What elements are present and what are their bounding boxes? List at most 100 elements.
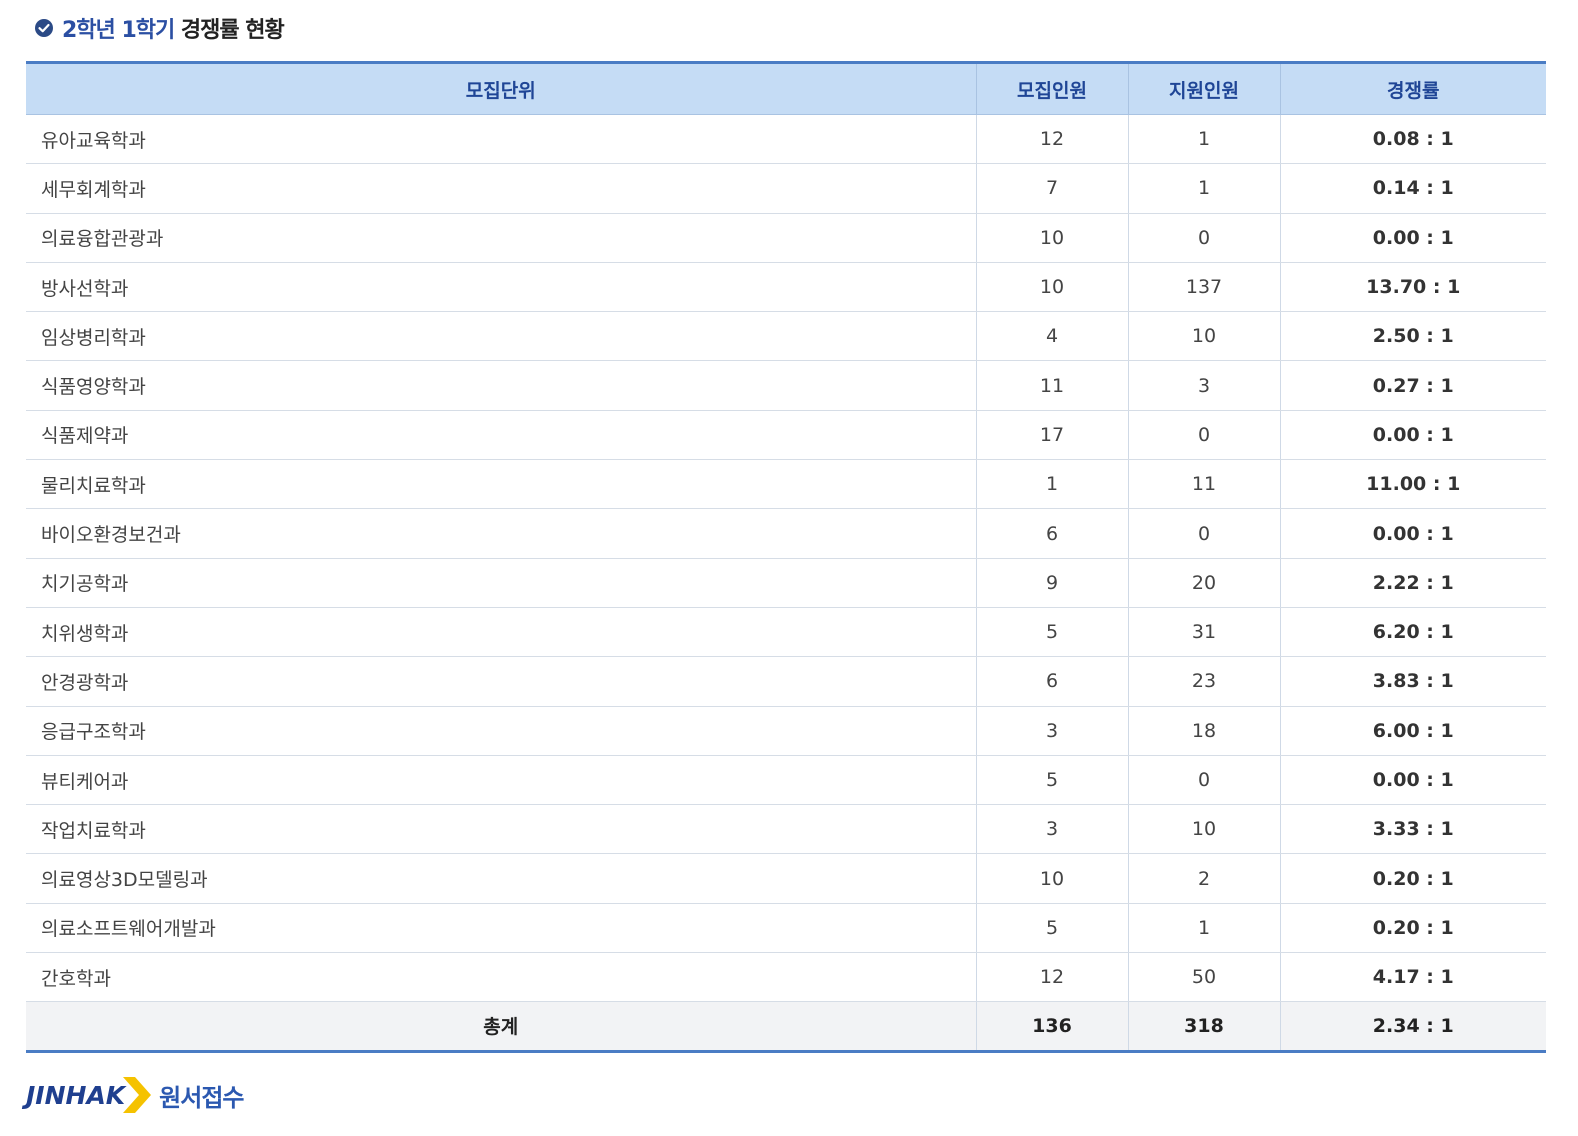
column-header-unit: 모집단위: [26, 62, 976, 115]
cell-ratio: 0.00 : 1: [1279, 213, 1546, 263]
cell-quota: 10: [975, 213, 1128, 263]
cell-quota: 10: [975, 853, 1128, 904]
cell-applicants: 23: [1127, 656, 1280, 707]
cell-quota: 5: [975, 755, 1128, 806]
cell-unit: 의료소프트웨어개발과: [26, 903, 976, 954]
logo-service-text: 원서접수: [159, 1083, 244, 1112]
cell-ratio: 13.70 : 1: [1279, 262, 1546, 313]
total-label: 총계: [26, 1001, 976, 1052]
table-row: 의료소프트웨어개발과 5 1 0.20 : 1: [26, 903, 1546, 954]
cell-unit: 방사선학과: [26, 262, 976, 313]
cell-ratio: 2.50 : 1: [1279, 311, 1546, 362]
table-row: 뷰티케어과 5 0 0.00 : 1: [26, 755, 1546, 806]
cell-ratio: 3.33 : 1: [1279, 804, 1546, 855]
cell-applicants: 20: [1127, 558, 1280, 608]
table-row: 의료융합관광과 10 0 0.00 : 1: [26, 213, 1546, 263]
cell-applicants: 2: [1127, 853, 1280, 904]
page-title-text: 2학년 1학기 경쟁률 현황: [62, 12, 285, 44]
cell-quota: 17: [975, 410, 1128, 461]
cell-quota: 136: [975, 1001, 1128, 1052]
column-header-ratio: 경쟁률: [1279, 62, 1546, 115]
table-total-row: 총계 136 318 2.34 : 1: [26, 1001, 1546, 1052]
table-row: 바이오환경보건과 6 0 0.00 : 1: [26, 508, 1546, 559]
table-row: 의료영상3D모델링과 10 2 0.20 : 1: [26, 853, 1546, 904]
cell-unit: 뷰티케어과: [26, 755, 976, 806]
chevron-right-icon: [123, 1077, 152, 1113]
competition-table-container: 모집단위 모집인원 지원인원 경쟁률 유아교육학과 12 1 0.08 : 1 세무회계…: [26, 61, 1546, 1053]
cell-unit: 임상병리학과: [26, 311, 976, 362]
cell-unit: 세무회계학과: [26, 163, 976, 214]
table-row: 치기공학과 9 20 2.22 : 1: [26, 558, 1546, 608]
cell-ratio: 0.20 : 1: [1279, 853, 1546, 904]
cell-ratio: 3.83 : 1: [1279, 656, 1546, 707]
table-row: 치위생학과 5 31 6.20 : 1: [26, 607, 1546, 658]
table-row: 응급구조학과 3 18 6.00 : 1: [26, 706, 1546, 756]
table-row: 임상병리학과 4 10 2.50 : 1: [26, 311, 1546, 362]
cell-ratio: 0.08 : 1: [1279, 114, 1546, 165]
table-row: 유아교육학과 12 1 0.08 : 1: [26, 114, 1546, 165]
table-row: 세무회계학과 7 1 0.14 : 1: [26, 163, 1546, 214]
cell-quota: 3: [975, 804, 1128, 855]
cell-applicants: 31: [1127, 607, 1280, 658]
cell-quota: 7: [975, 163, 1128, 214]
cell-applicants: 3: [1127, 360, 1280, 411]
cell-applicants: 0: [1127, 410, 1280, 461]
cell-ratio: 0.00 : 1: [1279, 508, 1546, 559]
cell-unit: 치기공학과: [26, 558, 976, 608]
cell-applicants: 18: [1127, 706, 1280, 756]
cell-quota: 6: [975, 508, 1128, 559]
cell-applicants: 0: [1127, 213, 1280, 263]
table-row: 식품영양학과 11 3 0.27 : 1: [26, 360, 1546, 411]
cell-unit: 유아교육학과: [26, 114, 976, 165]
cell-applicants: 0: [1127, 755, 1280, 806]
table-row: 작업치료학과 3 10 3.33 : 1: [26, 804, 1546, 855]
cell-applicants: 1: [1127, 903, 1280, 954]
column-header-quota: 모집인원: [975, 62, 1128, 115]
page-title: 2학년 1학기 경쟁률 현황: [34, 10, 285, 46]
page-title-highlight: 2학년 1학기: [62, 18, 175, 43]
cell-ratio: 6.20 : 1: [1279, 607, 1546, 658]
cell-ratio: 0.20 : 1: [1279, 903, 1546, 954]
table-header-row: 모집단위 모집인원 지원인원 경쟁률: [26, 62, 1546, 115]
cell-quota: 1: [975, 459, 1128, 510]
table-row: 방사선학과 10 137 13.70 : 1: [26, 262, 1546, 313]
table-row: 간호학과 12 50 4.17 : 1: [26, 952, 1546, 1003]
jinhak-logo: JINHAK 원서접수: [26, 1074, 245, 1116]
cell-applicants: 137: [1127, 262, 1280, 313]
cell-quota: 9: [975, 558, 1128, 608]
page-title-rest: 경쟁률 현황: [180, 18, 285, 43]
cell-ratio: 6.00 : 1: [1279, 706, 1546, 756]
cell-applicants: 10: [1127, 804, 1280, 855]
check-circle-icon: [35, 19, 53, 37]
table-row: 식품제약과 17 0 0.00 : 1: [26, 410, 1546, 461]
cell-ratio: 0.14 : 1: [1279, 163, 1546, 214]
cell-ratio: 11.00 : 1: [1279, 459, 1546, 510]
cell-applicants: 1: [1127, 114, 1280, 165]
cell-unit: 치위생학과: [26, 607, 976, 658]
cell-quota: 4: [975, 311, 1128, 362]
cell-quota: 6: [975, 656, 1128, 707]
cell-quota: 12: [975, 952, 1128, 1003]
cell-unit: 의료영상3D모델링과: [26, 853, 976, 904]
cell-unit: 바이오환경보건과: [26, 508, 976, 559]
cell-applicants: 10: [1127, 311, 1280, 362]
column-header-applicants: 지원인원: [1127, 62, 1280, 115]
cell-unit: 작업치료학과: [26, 804, 976, 855]
cell-quota: 10: [975, 262, 1128, 313]
table-body: 유아교육학과 12 1 0.08 : 1 세무회계학과 7 1 0.14 : 1 의료융합관광과…: [26, 114, 1546, 1052]
cell-ratio: 0.27 : 1: [1279, 360, 1546, 411]
cell-ratio: 0.00 : 1: [1279, 755, 1546, 806]
cell-applicants: 0: [1127, 508, 1280, 559]
cell-unit: 물리치료학과: [26, 459, 976, 510]
cell-ratio: 4.17 : 1: [1279, 952, 1546, 1003]
cell-unit: 식품제약과: [26, 410, 976, 461]
cell-unit: 응급구조학과: [26, 706, 976, 756]
cell-applicants: 50: [1127, 952, 1280, 1003]
cell-unit: 간호학과: [26, 952, 976, 1003]
cell-quota: 5: [975, 607, 1128, 658]
cell-unit: 식품영양학과: [26, 360, 976, 411]
cell-quota: 11: [975, 360, 1128, 411]
cell-unit: 안경광학과: [26, 656, 976, 707]
cell-ratio: 2.22 : 1: [1279, 558, 1546, 608]
cell-unit: 의료융합관광과: [26, 213, 976, 263]
